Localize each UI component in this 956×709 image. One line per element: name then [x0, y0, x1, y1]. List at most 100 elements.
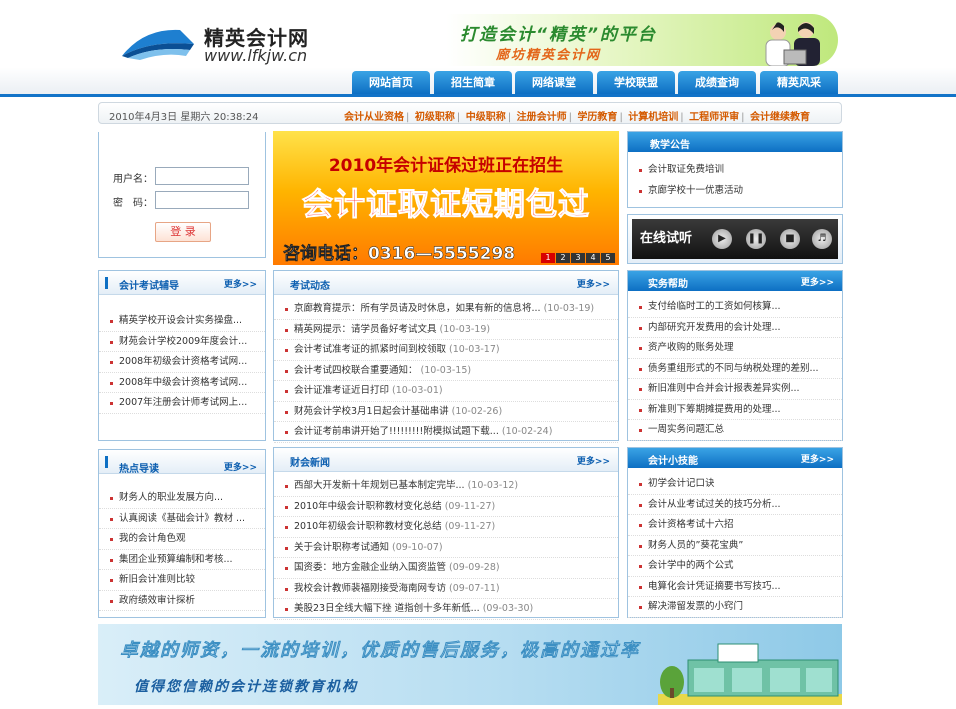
list-item[interactable]: 新旧会计准则比较: [99, 570, 265, 591]
quick-link[interactable]: 初级职称: [415, 112, 455, 123]
stop-icon[interactable]: ■: [780, 229, 800, 249]
list-item[interactable]: 2007年注册会计师考试网上...: [99, 393, 265, 414]
more-link[interactable]: 更多>>: [801, 452, 834, 465]
quick-link[interactable]: 会计从业资格: [344, 112, 404, 123]
exam-guide-panel: 会计考试辅导 更多>> 精英学校开设会计实务操盘... 财苑会计学校2009年度…: [98, 270, 266, 441]
list-item[interactable]: 国资委：地方金融企业纳入国资监管 (09-09-28): [274, 558, 618, 579]
list-item[interactable]: 西部大开发新十年规划已基本制定完毕... (10-03-12): [274, 476, 618, 497]
login-button[interactable]: 登 录: [155, 222, 211, 242]
list-item[interactable]: 京廊学校十一优惠活动: [628, 181, 842, 202]
list-item[interactable]: 美股23日全线大幅下挫 道指创十多年新低... (09-03-30): [274, 599, 618, 620]
list-item[interactable]: 2010年初级会计职称教材变化总结 (09-11-27): [274, 517, 618, 538]
list-item[interactable]: 2010年中级会计职称教材变化总结 (09-11-27): [274, 497, 618, 517]
list-item[interactable]: 我的会计角色观: [99, 529, 265, 550]
quick-link[interactable]: 中级职称: [466, 112, 506, 123]
nav-score-query[interactable]: 成绩查询: [678, 71, 756, 94]
news-date: (10-03-19): [543, 303, 595, 314]
username-input[interactable]: [155, 167, 249, 185]
list-item[interactable]: 会计从业考试过关的技巧分析...: [628, 495, 842, 515]
list-item[interactable]: 会计取证免费培训: [628, 160, 842, 181]
list-item[interactable]: 内部研究开发费用的会计处理...: [628, 318, 842, 338]
site-header: 精英会计网 www.lfkjw.cn 打造会计“精英”的平台 廊坊精英会计网 网…: [0, 0, 956, 96]
more-link[interactable]: 更多>>: [577, 454, 610, 467]
promo-page[interactable]: 3: [571, 253, 585, 263]
nav-divider: [0, 94, 956, 97]
nav-home[interactable]: 网站首页: [352, 71, 430, 94]
password-input[interactable]: [155, 191, 249, 209]
promo-page[interactable]: 5: [601, 253, 615, 263]
list-item[interactable]: 集团企业预算编制和考核...: [99, 550, 265, 570]
pause-icon[interactable]: ❚❚: [746, 229, 766, 249]
finance-news-list: 西部大开发新十年规划已基本制定完毕... (10-03-12) 2010年中级会…: [274, 476, 618, 620]
volume-icon[interactable]: ♬: [812, 229, 832, 249]
list-item[interactable]: 初学会计记口诀: [628, 474, 842, 495]
list-item[interactable]: 精英学校开设会计实务操盘...: [99, 311, 265, 332]
more-link[interactable]: 更多>>: [224, 277, 257, 290]
list-item[interactable]: 会计学中的两个公式: [628, 556, 842, 577]
quick-link[interactable]: 注册会计师: [517, 112, 567, 123]
panel-title: 教学公告: [650, 140, 690, 151]
promo-page[interactable]: 2: [556, 253, 570, 263]
news-date: (10-02-24): [501, 426, 553, 437]
exam-news-list: 京廊教育提示：所有学员请及时休息，如果有新的信息将... (10-03-19) …: [274, 299, 618, 443]
panel-header: 会计小技能 更多>>: [628, 448, 842, 468]
nav-admissions[interactable]: 招生简章: [434, 71, 512, 94]
news-title: 关于会计职称考试通知: [294, 541, 390, 553]
list-item[interactable]: 支付给临时工的工资如何核算...: [628, 297, 842, 318]
list-item[interactable]: 会计考试准考证的抓紧时间到校领取 (10-03-17): [274, 340, 618, 361]
list-item[interactable]: 解决滞留发票的小窍门: [628, 597, 842, 618]
nav-school-alliance[interactable]: 学校联盟: [597, 71, 675, 94]
list-item[interactable]: 会计证准考证近日打印 (10-03-01): [274, 381, 618, 402]
panel-header: 实务帮助 更多>>: [628, 271, 842, 291]
list-item[interactable]: 认真阅读《基础会计》教材 ...: [99, 509, 265, 529]
promo-page[interactable]: 1: [541, 253, 555, 263]
list-item[interactable]: 我校会计教师裴福刚接受海南网专访 (09-07-11): [274, 579, 618, 599]
panel-title: 实务帮助: [648, 279, 688, 290]
list-item[interactable]: 关于会计职称考试通知 (09-10-07): [274, 538, 618, 558]
news-title: 精英网提示：请学员备好考试文具: [294, 323, 437, 335]
title-bar-icon: [105, 456, 108, 468]
quick-link[interactable]: 工程师评审: [689, 112, 739, 123]
list-item[interactable]: 京廊教育提示：所有学员请及时休息，如果有新的信息将... (10-03-19): [274, 299, 618, 320]
list-item[interactable]: 会计资格考试十六招: [628, 515, 842, 536]
bottom-ad-banner[interactable]: 卓越的师资，一流的培训，优质的售后服务，极高的通过率 值得您信赖的会计连锁教育机…: [98, 624, 842, 705]
panel-title: 热点导读: [119, 464, 159, 475]
quick-link[interactable]: 会计继续教育: [750, 112, 810, 123]
nav-online-class[interactable]: 网络课堂: [515, 71, 593, 94]
list-item[interactable]: 2008年中级会计资格考试网...: [99, 373, 265, 393]
play-icon[interactable]: ▶: [712, 229, 732, 249]
list-item[interactable]: 财务人的职业发展方向...: [99, 488, 265, 509]
promo-page[interactable]: 4: [586, 253, 600, 263]
list-item[interactable]: 新准则下筹期摊提费用的处理...: [628, 400, 842, 420]
site-logo[interactable]: 精英会计网 www.lfkjw.cn: [120, 14, 320, 70]
news-date: (09-09-28): [449, 562, 500, 573]
list-item[interactable]: 精英网提示：请学员备好考试文具 (10-03-19): [274, 320, 618, 340]
list-item[interactable]: 财苑会计学校3月1日起会计基础串讲 (10-02-26): [274, 402, 618, 422]
list-item[interactable]: 2008年初级会计资格考试网...: [99, 352, 265, 373]
header-slogan-banner: 打造会计“精英”的平台 廊坊精英会计网: [446, 14, 838, 66]
list-item[interactable]: 政府绩效审计探析: [99, 591, 265, 611]
list-item[interactable]: 资产收购的账务处理: [628, 338, 842, 359]
list-item[interactable]: 一周实务问题汇总: [628, 420, 842, 441]
news-title: 2010年初级会计职称教材变化总结: [294, 521, 442, 532]
title-bar-icon: [105, 277, 108, 289]
list-item[interactable]: 财务人员的”葵花宝典”: [628, 536, 842, 556]
quick-link[interactable]: 计算机培训: [628, 112, 678, 123]
tips-list: 初学会计记口诀 会计从业考试过关的技巧分析... 会计资格考试十六招 财务人员的…: [628, 474, 842, 618]
list-item[interactable]: 债务重组形式的不同与纳税处理的差别...: [628, 359, 842, 379]
nav-elite-gallery[interactable]: 精英风采: [760, 71, 838, 94]
more-link[interactable]: 更多>>: [577, 277, 610, 290]
more-link[interactable]: 更多>>: [801, 275, 834, 288]
panel-header: 热点导读 更多>>: [99, 450, 265, 475]
more-link[interactable]: 更多>>: [224, 460, 257, 473]
list-item[interactable]: 会计证考前串讲开始了!!!!!!!!!附模拟试题下载... (10-02-24): [274, 422, 618, 443]
list-item[interactable]: 电算化会计凭证摘要书写技巧...: [628, 577, 842, 597]
accounting-tips-panel: 会计小技能 更多>> 初学会计记口诀 会计从业考试过关的技巧分析... 会计资格…: [627, 447, 843, 618]
quick-link[interactable]: 学历教育: [577, 112, 617, 123]
panel-title: 会计考试辅导: [119, 281, 179, 292]
list-item[interactable]: 会计考试四校联合重要通知： (10-03-15): [274, 361, 618, 381]
promo-banner[interactable]: 2010年会计证保过班正在招生 会计证取证短期包过 咨询电话：0316—5555…: [273, 131, 619, 265]
list-item[interactable]: 新旧准则中合并会计报表差异实例...: [628, 379, 842, 400]
panel-header: 教学公告: [628, 132, 842, 152]
list-item[interactable]: 财苑会计学校2009年度会计...: [99, 332, 265, 352]
